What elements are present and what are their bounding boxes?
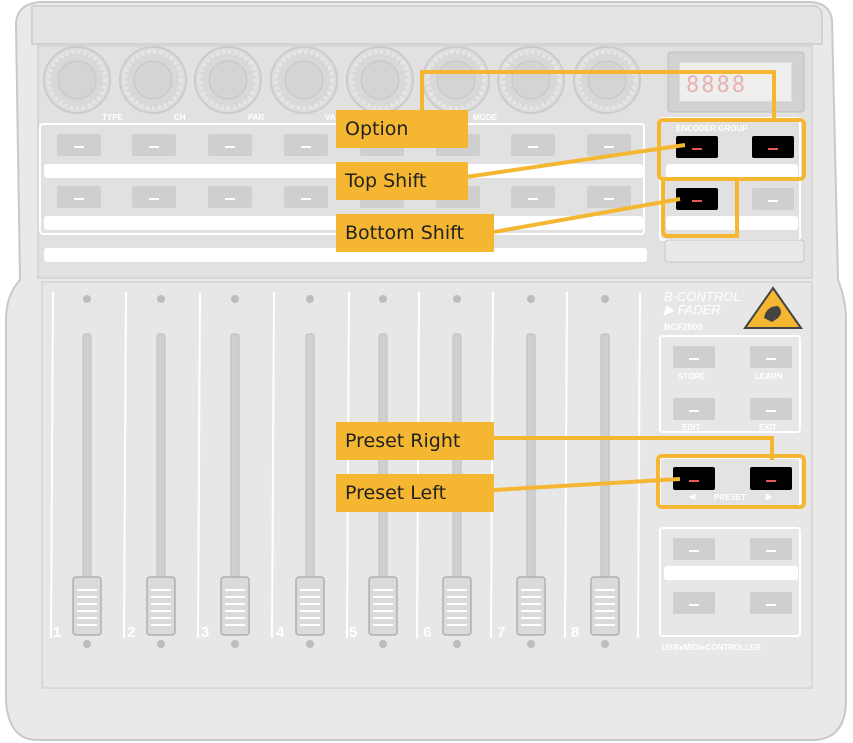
encoder-group-strip	[666, 164, 798, 178]
channel-led	[157, 295, 165, 303]
encoder-knob[interactable]	[497, 46, 565, 114]
knob-label-ch: CH	[174, 113, 186, 122]
fader-cap[interactable]	[516, 576, 546, 636]
push-button[interactable]	[587, 186, 631, 208]
push-button[interactable]	[132, 186, 176, 208]
channel-led	[453, 295, 461, 303]
top-shift-button[interactable]	[752, 136, 794, 158]
encoder-group-display	[664, 239, 805, 263]
knob-label-mode: MODE	[473, 113, 498, 122]
preset-label: PRESET	[714, 493, 746, 502]
edit-label: EDIT	[682, 423, 700, 432]
exit-label: EXIT	[759, 423, 777, 432]
channel-led-bottom	[231, 640, 239, 648]
callout-preset-right: Preset Right	[336, 422, 494, 460]
preset-right-button[interactable]	[750, 467, 792, 490]
lower-right-button-4[interactable]	[750, 592, 792, 614]
encoder-knob[interactable]	[270, 46, 338, 114]
callout-preset-left: Preset Left	[336, 474, 494, 512]
push-button[interactable]	[284, 134, 328, 156]
channel-led-bottom	[306, 640, 314, 648]
push-button[interactable]	[511, 134, 555, 156]
callout-option: Option	[336, 110, 468, 148]
lower-right-button-1[interactable]	[673, 538, 715, 560]
preset-right-arrow: ▶	[765, 492, 773, 501]
lower-right-button-3[interactable]	[673, 592, 715, 614]
lower-right-button-2[interactable]	[750, 538, 792, 560]
channel-number: 3	[201, 624, 209, 641]
push-button[interactable]	[284, 186, 328, 208]
encoder-knob[interactable]	[346, 46, 414, 114]
channel-number: 8	[571, 624, 579, 641]
encoder-group-strip-2	[666, 216, 798, 230]
push-button[interactable]	[208, 134, 252, 156]
knob-label-va: VA	[325, 113, 336, 122]
channel-led-bottom	[83, 640, 91, 648]
bottom-shift-button[interactable]	[676, 188, 718, 210]
channel-led-bottom	[527, 640, 535, 648]
knob-label-par: PAR	[248, 113, 265, 122]
encoder-knob[interactable]	[573, 46, 641, 114]
channel-led-bottom	[157, 640, 165, 648]
push-button[interactable]	[57, 186, 101, 208]
encoder-knob[interactable]	[194, 46, 262, 114]
push-button[interactable]	[208, 186, 252, 208]
fader-cap[interactable]	[220, 576, 250, 636]
channel-number: 4	[276, 624, 285, 641]
channel-number: 5	[349, 624, 357, 641]
fader-cap[interactable]	[295, 576, 325, 636]
preset-left-arrow: ◀	[688, 492, 696, 501]
encoder-group-button-4[interactable]	[752, 188, 794, 210]
brand-line-2: ▶ FADER	[663, 302, 721, 317]
led-digits: 8888	[686, 73, 747, 98]
store-label: STORE	[678, 372, 706, 381]
channel-led-bottom	[379, 640, 387, 648]
push-button[interactable]	[57, 134, 101, 156]
model-label: BCF2000	[664, 322, 703, 332]
exit-button[interactable]	[750, 398, 792, 420]
channel-led	[83, 295, 91, 303]
push-button[interactable]	[511, 186, 555, 208]
encoder-knob[interactable]	[422, 46, 490, 114]
fader-cap[interactable]	[368, 576, 398, 636]
channel-led-bottom	[601, 640, 609, 648]
channel-number: 1	[53, 624, 61, 641]
channel-led	[527, 295, 535, 303]
encoder-group-label: ENCODER GROUP	[676, 124, 748, 133]
encoder-knob[interactable]	[43, 46, 111, 114]
footer-label: USB●MIDI●CONTROLLER	[662, 643, 761, 652]
callout-top-shift: Top Shift	[336, 162, 468, 200]
channel-number: 7	[497, 624, 505, 641]
lower-right-strip	[664, 566, 798, 580]
channel-led-bottom	[453, 640, 461, 648]
fader-cap[interactable]	[442, 576, 472, 636]
fader-cap[interactable]	[146, 576, 176, 636]
fader-cap[interactable]	[590, 576, 620, 636]
channel-number: 6	[423, 624, 431, 641]
channel-led	[379, 295, 387, 303]
learn-label: LEARN	[755, 372, 783, 381]
learn-button[interactable]	[750, 346, 792, 368]
callout-bottom-shift: Bottom Shift	[336, 214, 494, 252]
push-button[interactable]	[132, 134, 176, 156]
channel-led	[601, 295, 609, 303]
channel-number: 2	[127, 624, 135, 641]
fader-cap[interactable]	[72, 576, 102, 636]
device-top-lip	[31, 5, 823, 45]
store-button[interactable]	[673, 346, 715, 368]
channel-led	[231, 295, 239, 303]
edit-button[interactable]	[673, 398, 715, 420]
channel-led	[306, 295, 314, 303]
encoder-knob[interactable]	[119, 46, 187, 114]
knob-label-type: TYPE	[102, 113, 124, 122]
